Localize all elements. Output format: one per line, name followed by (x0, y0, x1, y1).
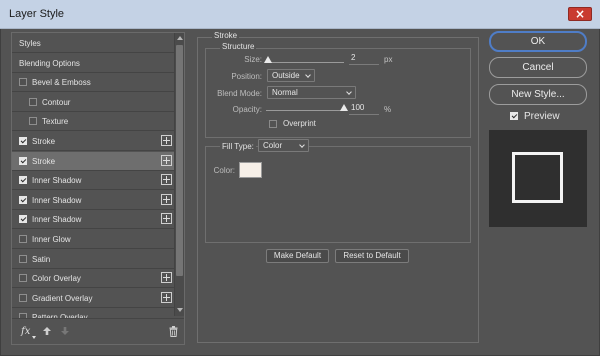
style-item[interactable]: Inner Shadow (12, 210, 175, 230)
make-default-button[interactable]: Make Default (266, 249, 329, 263)
style-item-label: Bevel & Emboss (32, 78, 91, 88)
add-effect-plus-icon[interactable] (161, 154, 172, 166)
position-dropdown[interactable]: Outside (267, 69, 315, 82)
opacity-field[interactable]: 100 (349, 103, 379, 115)
style-item-checkbox[interactable] (19, 176, 27, 185)
chevron-down-icon (305, 72, 311, 78)
style-item-checkbox[interactable] (19, 156, 27, 165)
preview-label: Preview (524, 111, 560, 122)
chevron-down-icon (346, 89, 352, 95)
style-item[interactable]: Inner Glow (12, 230, 175, 249)
color-label: Color: (213, 166, 235, 175)
ok-button[interactable]: OK (489, 31, 587, 52)
chevron-down-icon (299, 142, 305, 148)
style-item-checkbox[interactable] (19, 254, 27, 263)
fx-icon[interactable]: fx (21, 326, 37, 339)
style-item[interactable]: Satin (12, 250, 175, 269)
styles-list-panel: Styles Blending Options Bevel & Emboss Cont… (11, 32, 185, 345)
style-item[interactable]: Texture (12, 112, 175, 132)
style-item-checkbox[interactable] (19, 137, 27, 145)
opacity-unit: % (384, 105, 392, 114)
fill-type-dropdown[interactable]: Color (258, 139, 309, 152)
position-value: Outside (272, 71, 300, 80)
add-effect-plus-icon[interactable] (161, 174, 172, 186)
style-item[interactable]: Stroke (12, 132, 175, 151)
scroll-up-arrow-icon[interactable] (177, 36, 183, 40)
style-item[interactable]: Blending Options (12, 54, 175, 73)
style-preview (489, 130, 587, 227)
color-swatch[interactable] (239, 162, 262, 178)
style-item-label: Inner Glow (32, 235, 71, 244)
new-style-button[interactable]: New Style... (489, 84, 587, 105)
style-item[interactable]: Contour (12, 93, 175, 112)
style-item-label: Contour (42, 97, 71, 107)
add-effect-plus-icon[interactable] (161, 135, 172, 146)
style-item-checkbox[interactable] (19, 235, 27, 243)
cancel-button[interactable]: Cancel (489, 57, 587, 78)
position-label: Position: (231, 72, 262, 81)
scroll-down-arrow-icon[interactable] (177, 308, 183, 312)
fill-type-label: Fill Type: (220, 142, 256, 151)
style-item-label: Satin (32, 254, 51, 264)
blend-mode-dropdown[interactable]: Normal (267, 86, 356, 99)
size-slider[interactable] (266, 62, 344, 63)
move-up-icon[interactable] (42, 326, 52, 336)
style-item[interactable]: Bevel & Emboss (12, 73, 175, 93)
reset-to-default-button[interactable]: Reset to Default (335, 249, 409, 263)
close-button[interactable]: × (568, 7, 592, 21)
style-item-label: Inner Shadow (32, 176, 82, 186)
style-item-label: Stroke (32, 137, 56, 146)
preview-checkbox[interactable] (510, 112, 518, 120)
add-effect-plus-icon[interactable] (161, 213, 172, 225)
style-item-checkbox[interactable] (29, 117, 37, 126)
add-effect-plus-icon[interactable] (161, 291, 172, 303)
style-item-label: Styles (19, 39, 41, 48)
scroll-thumb[interactable] (176, 45, 183, 276)
opacity-slider[interactable] (266, 110, 344, 111)
style-item-label: Texture (42, 117, 69, 127)
blend-mode-value: Normal (272, 88, 298, 97)
style-item[interactable]: Gradient Overlay (12, 289, 175, 308)
style-item-label: Inner Shadow (32, 215, 82, 225)
style-item-label: Color Overlay (32, 274, 81, 284)
trash-icon[interactable] (169, 326, 178, 337)
style-item-checkbox[interactable] (19, 195, 27, 204)
style-item[interactable]: Inner Shadow (12, 191, 175, 210)
style-item-checkbox[interactable] (29, 97, 37, 106)
size-slider-thumb[interactable] (263, 56, 272, 63)
opacity-slider-thumb[interactable] (340, 104, 348, 111)
overprint-label: Overprint (283, 119, 316, 128)
style-item[interactable]: Stroke (12, 151, 175, 171)
style-item-label: Stroke (32, 156, 56, 166)
style-item-label: Blending Options (19, 58, 80, 68)
style-item[interactable]: Styles (12, 34, 175, 53)
structure-group-label: Structure (220, 42, 257, 51)
opacity-label: Opacity: (232, 105, 262, 114)
style-item-label: Gradient Overlay (32, 293, 93, 303)
style-item-checkbox[interactable] (19, 78, 27, 87)
blend-mode-label: Blend Mode: (217, 89, 262, 98)
move-down-icon[interactable] (60, 326, 70, 336)
style-item[interactable]: Color Overlay (12, 269, 175, 289)
style-item[interactable]: Inner Shadow (12, 171, 175, 191)
style-item-checkbox[interactable] (19, 215, 27, 224)
add-effect-plus-icon[interactable] (161, 272, 172, 284)
stroke-group-label: Stroke (212, 31, 240, 40)
size-field[interactable]: 2 (349, 53, 379, 65)
overprint-checkbox[interactable] (269, 120, 277, 128)
title-bar: Layer Style × (0, 0, 600, 29)
add-effect-plus-icon[interactable] (161, 193, 172, 205)
style-item-label: Inner Shadow (32, 195, 82, 205)
fill-type-value: Color (263, 141, 283, 150)
styles-footer: fx (12, 318, 184, 344)
size-unit: px (384, 55, 393, 64)
style-item-checkbox[interactable] (19, 293, 27, 302)
style-item-checkbox[interactable] (19, 274, 27, 283)
fill-group (205, 146, 471, 243)
styles-scrollbar[interactable] (174, 33, 184, 316)
size-label: Size: (244, 55, 262, 64)
window-title: Layer Style (9, 8, 65, 20)
preview-thumbnail (512, 152, 563, 203)
